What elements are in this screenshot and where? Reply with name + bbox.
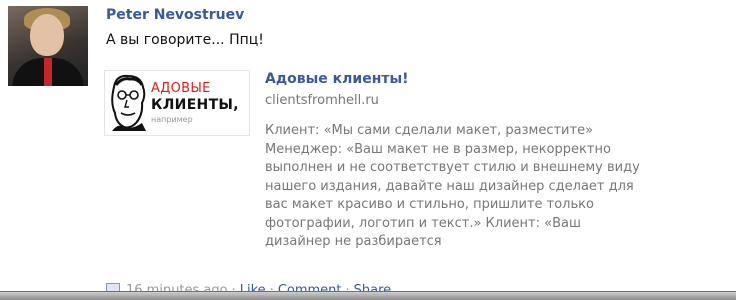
description-line: фотографии, логотип и текст.» Клиент: «В…: [265, 215, 581, 231]
description-line: нашего издания, давайте наш дизайнер сде…: [265, 178, 634, 194]
cartoon-face-icon: [111, 74, 146, 131]
attachment-thumbnail[interactable]: АДОВЫЕ КЛИЕНТЫ, например: [104, 70, 250, 136]
author-name-link[interactable]: Peter Nevostruev: [106, 7, 244, 23]
avatar-tie: [44, 58, 52, 86]
attachment-description: Клиент: «Мы сами сделали макет, размести…: [265, 122, 735, 252]
description-line: Менеджер: «Ваш макет не в размер, некорр…: [265, 141, 611, 157]
attachment-title-link[interactable]: Адовые клиенты!: [265, 71, 409, 87]
attachment-url: clientsfromhell.ru: [265, 93, 379, 108]
avatar-face: [30, 14, 64, 56]
thumb-line-1: АДОВЫЕ: [151, 81, 211, 96]
author-avatar[interactable]: [8, 6, 88, 86]
description-line: выполнен и не соответствует стилю и внеш…: [265, 160, 640, 175]
description-line: вас макет красиво и стильно, пришлите то…: [265, 197, 594, 212]
description-line: дизайнер не разбирается: [265, 234, 442, 249]
post-text: А вы говорите... Ппц!: [106, 32, 264, 48]
thumb-line-2: КЛИЕНТЫ,: [151, 97, 239, 113]
description-line: Клиент: «Мы сами сделали макет, размести…: [265, 123, 594, 138]
thumb-line-3: например: [151, 115, 193, 124]
